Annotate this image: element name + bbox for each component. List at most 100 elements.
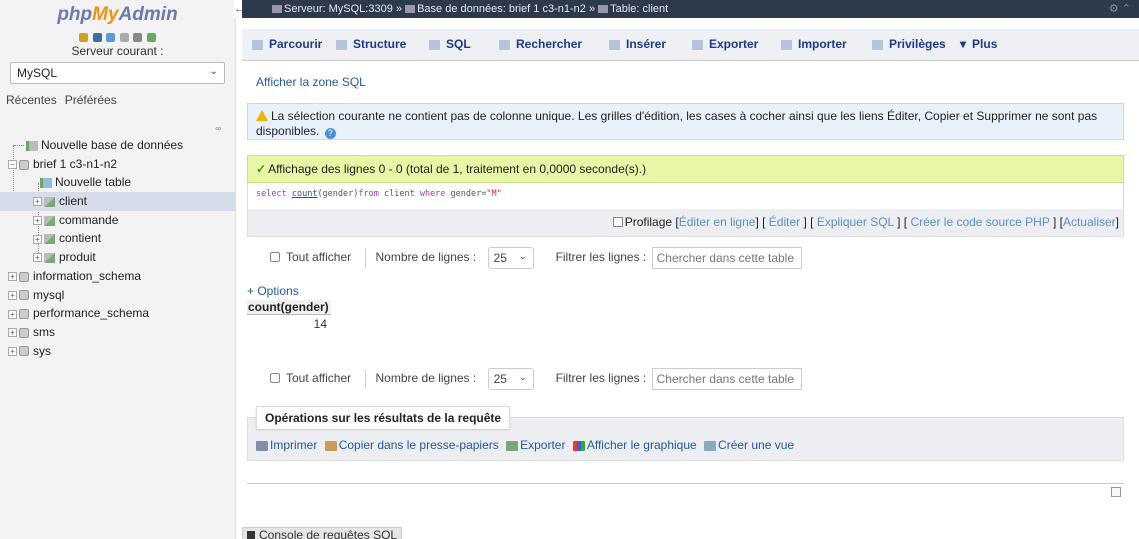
rows-select[interactable]: 25 ⌄ [487, 247, 534, 269]
phpmyadmin-logo[interactable]: phpMyAdmin [0, 0, 235, 30]
sql-token: "M" [486, 189, 502, 199]
table-icon [44, 252, 55, 263]
home-icon[interactable] [79, 33, 89, 43]
tab-label: Insérer [626, 37, 667, 51]
notice-text: La sélection courante ne contient pas de… [256, 109, 1098, 138]
tab-insert[interactable]: Insérer [609, 37, 666, 51]
logout-icon[interactable] [92, 33, 102, 43]
rows-select[interactable]: 25 ⌄ [487, 368, 534, 390]
scroll-top-icon[interactable] [1111, 487, 1121, 497]
expand-icon[interactable]: + [8, 309, 17, 319]
sql-console-tab[interactable]: Console de requêtes SQL [242, 527, 402, 539]
export-icon [692, 39, 703, 50]
tree-item-table-commande[interactable]: + commande [0, 211, 236, 230]
tab-sql[interactable]: SQL [429, 37, 471, 51]
filter-label: Filtrer les lignes : [555, 371, 647, 386]
tree-label: produit [59, 250, 96, 265]
tab-privileges[interactable]: Privilèges [872, 37, 946, 51]
help-icon[interactable]: ? [324, 128, 336, 139]
link-icon[interactable]: ∞ [215, 124, 221, 133]
filter-input[interactable]: Chercher dans cette table [651, 247, 802, 269]
sql-query-display[interactable]: select count(gender)from client where ge… [247, 183, 1124, 209]
server-select-value: MySQL [17, 66, 58, 80]
tab-more[interactable]: ▾ Plus [960, 37, 997, 51]
chart-icon [572, 440, 585, 451]
tree-item-db-mysql[interactable]: + mysql [0, 286, 236, 305]
tree-item-db-sms[interactable]: + sms [0, 323, 236, 342]
tab-structure[interactable]: Structure [336, 37, 406, 51]
show-all-checkbox[interactable] [270, 252, 280, 263]
column-header[interactable]: count(gender) [247, 300, 331, 315]
breadcrumb-server[interactable]: Serveur: MySQL:3309 [284, 3, 393, 15]
sql-token: gender= [445, 189, 487, 199]
explain-sql-link[interactable]: Expliquer SQL [817, 215, 894, 229]
tree-item-table-produit[interactable]: + produit [0, 248, 236, 267]
navigation-panel: phpMyAdmin Serveur courant : MySQL ⌄ Réc… [0, 0, 236, 539]
breadcrumb-database[interactable]: Base de données: brief 1 c3-n1-n2 [417, 3, 586, 15]
import-icon [781, 39, 792, 50]
tab-label: Exporter [709, 37, 759, 51]
expand-icon[interactable]: + [8, 290, 17, 300]
database-icon [19, 309, 29, 320]
database-icon [19, 271, 29, 282]
expand-icon[interactable]: + [33, 253, 42, 263]
tab-search[interactable]: Rechercher [499, 37, 582, 51]
expand-icon[interactable]: + [33, 197, 42, 207]
chevron-down-icon: ▾ [960, 37, 967, 51]
collapse-panel-icon[interactable]: ← [234, 0, 245, 18]
expand-icon[interactable]: + [8, 272, 17, 282]
tree-item-table-contient[interactable]: + contient [0, 229, 236, 248]
show-sql-link[interactable]: Afficher la zone SQL [256, 75, 366, 89]
tree-item-db-performance-schema[interactable]: + performance_schema [0, 304, 236, 323]
database-icon [405, 5, 416, 14]
create-view-link[interactable]: Créer une vue [718, 438, 794, 452]
docs-icon[interactable] [119, 33, 129, 43]
tab-label: Importer [798, 37, 847, 51]
breadcrumb-table[interactable]: Table: client [610, 3, 668, 15]
expand-icon[interactable]: + [8, 346, 17, 356]
profiling-checkbox[interactable] [612, 217, 623, 227]
expand-icon[interactable]: + [8, 328, 17, 338]
tab-import[interactable]: Importer [781, 37, 847, 51]
copy-clipboard-link[interactable]: Copier dans le presse-papiers [339, 438, 499, 452]
tree-item-new-database[interactable]: Nouvelle base de données [0, 136, 236, 155]
tab-export[interactable]: Exporter [692, 37, 758, 51]
sql-token: from [358, 189, 379, 199]
help-icon[interactable] [106, 33, 116, 43]
export-link[interactable]: Exporter [520, 438, 565, 452]
console-label: Console de requêtes SQL [259, 528, 398, 539]
edit-inline-link[interactable]: Éditer en ligne [679, 215, 756, 229]
success-text: Affichage des lignes 0 - 0 (total de 1, … [268, 162, 647, 176]
sql-token[interactable]: count [292, 189, 318, 199]
expand-icon[interactable]: + [33, 216, 42, 226]
tree-label: mysql [33, 287, 65, 302]
sql-token: client [378, 189, 420, 199]
tree-item-table-client[interactable]: + client [0, 192, 236, 211]
new-table-icon [40, 178, 52, 189]
notice-message: La sélection courante ne contient pas de… [247, 103, 1124, 140]
tree-item-db-sys[interactable]: + sys [0, 342, 236, 361]
tab-recent[interactable]: Récentes [6, 93, 57, 107]
filter-input[interactable]: Chercher dans cette table [651, 368, 802, 390]
collapse-icon[interactable]: − [8, 160, 17, 170]
show-all-label: Tout afficher [286, 250, 352, 265]
settings-close-icons[interactable]: ⚙ ⌃ [1109, 0, 1131, 18]
reload-icon[interactable] [146, 33, 156, 43]
refresh-link[interactable]: Actualiser [1063, 215, 1116, 229]
server-select[interactable]: MySQL ⌄ [10, 62, 225, 84]
warning-icon [256, 110, 268, 121]
tab-browse[interactable]: Parcourir [252, 37, 322, 51]
tree-item-new-table[interactable]: Nouvelle table [0, 173, 236, 192]
edit-link[interactable]: Éditer [769, 215, 800, 229]
print-link[interactable]: Imprimer [270, 438, 317, 452]
show-all-checkbox[interactable] [270, 373, 280, 384]
browse-icon [252, 39, 263, 50]
options-link[interactable]: + Options [247, 284, 299, 298]
expand-icon[interactable]: + [33, 234, 42, 244]
settings-icon[interactable] [133, 33, 143, 43]
show-chart-link[interactable]: Afficher le graphique [587, 438, 697, 452]
tree-item-db-brief[interactable]: − brief 1 c3-n1-n2 [0, 155, 236, 174]
tree-item-db-information-schema[interactable]: + information_schema [0, 267, 236, 286]
tab-favorites[interactable]: Préférées [65, 93, 117, 107]
create-php-code-link[interactable]: Créer le code source PHP [910, 215, 1049, 229]
